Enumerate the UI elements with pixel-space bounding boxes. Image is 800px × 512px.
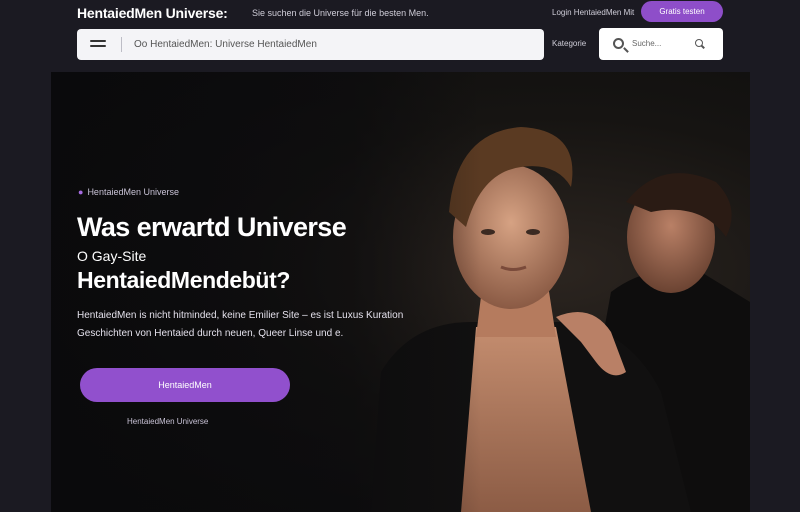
menu-icon[interactable] — [90, 40, 106, 50]
search-input[interactable]: Oo HentaiedMen: Universe HentaiedMen — [134, 39, 317, 50]
hero-cta-button[interactable]: HentaiedMen — [80, 368, 290, 402]
hero-description-2: Geschichten von Hentaied durch neuen, Qu… — [77, 328, 344, 339]
hero-description: HentaiedMen is nicht hitminded, keine Em… — [77, 310, 404, 321]
secondary-search-input[interactable]: Suche... — [632, 39, 661, 48]
hero-eyebrow: ● HentaiedMen Universe — [78, 187, 179, 197]
hero-eyebrow-text: HentaiedMen Universe — [87, 187, 179, 197]
hero-note: HentaiedMen Universe — [127, 417, 209, 426]
search-bar[interactable]: Oo HentaiedMen: Universe HentaiedMen — [77, 29, 544, 60]
signup-button[interactable]: Gratis testen — [641, 1, 723, 22]
secondary-search-box[interactable]: Suche... — [599, 28, 723, 60]
hero-subtitle: O Gay-Site — [77, 248, 147, 264]
hero-banner: ● HentaiedMen Universe Was erwartd Univer… — [51, 72, 750, 512]
login-link[interactable]: Login HentaiedMen Mit — [552, 8, 634, 17]
search-submit-icon[interactable] — [695, 39, 703, 47]
hero-title: Was erwartd Universe — [77, 212, 347, 242]
header-tagline: Sie suchen die Universe für die besten M… — [252, 8, 429, 18]
search-icon — [613, 38, 624, 49]
category-filter[interactable]: Kategorie — [552, 39, 586, 48]
divider — [121, 37, 122, 52]
top-bar: HentaiedMen Universe: Sie suchen die Uni… — [0, 0, 800, 26]
hero-title-line2: HentaiedMendebüt? — [77, 267, 290, 293]
site-logo-text[interactable]: HentaiedMen Universe: — [77, 5, 228, 21]
